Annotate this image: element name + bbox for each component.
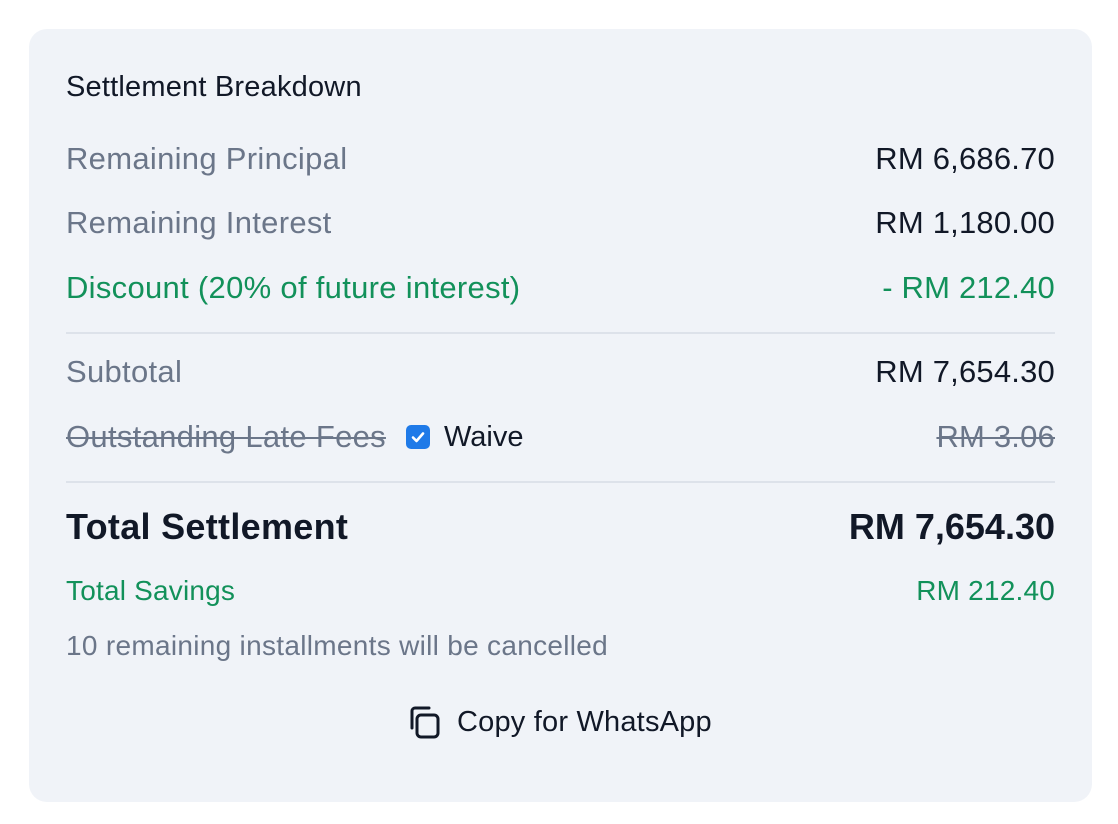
total-value: RM 7,654.30: [848, 506, 1055, 547]
divider: [66, 481, 1055, 483]
subtotal-row: Subtotal RM 7,654.30: [66, 354, 1055, 390]
total-label: Total Settlement: [66, 506, 349, 547]
savings-value: RM 212.40: [916, 575, 1055, 606]
interest-label: Remaining Interest: [66, 205, 332, 240]
total-row: Total Settlement RM 7,654.30: [66, 506, 1055, 548]
savings-label: Total Savings: [66, 575, 236, 606]
late-fees-row: Outstanding Late Fees Waive RM 3.06: [66, 419, 1055, 455]
cancellation-note: 10 remaining installments will be cancel…: [66, 630, 609, 661]
check-icon: [411, 432, 425, 443]
interest-value: RM 1,180.00: [875, 205, 1055, 240]
copy-button-label: Copy for WhatsApp: [457, 705, 712, 738]
principal-row: Remaining Principal RM 6,686.70: [66, 141, 1055, 177]
interest-row: Remaining Interest RM 1,180.00: [66, 205, 1055, 241]
principal-label: Remaining Principal: [66, 141, 348, 176]
late-fees-value: RM 3.06: [936, 419, 1055, 454]
discount-value: - RM 212.40: [882, 270, 1055, 305]
principal-value: RM 6,686.70: [875, 141, 1055, 176]
subtotal-value: RM 7,654.30: [875, 354, 1055, 389]
discount-label: Discount (20% of future interest): [66, 270, 521, 305]
waive-checkbox[interactable]: [405, 425, 430, 449]
discount-row: Discount (20% of future interest) - RM 2…: [66, 270, 1055, 306]
savings-row: Total Savings RM 212.40: [66, 575, 1055, 607]
late-fees-label: Outstanding Late Fees: [66, 419, 386, 454]
late-fees-left: Outstanding Late Fees Waive: [66, 419, 523, 455]
subtotal-label: Subtotal: [66, 354, 183, 389]
card-title: Settlement Breakdown: [66, 71, 362, 103]
waive-label[interactable]: Waive: [444, 421, 524, 454]
copy-for-whatsapp-button[interactable]: Copy for WhatsApp: [405, 703, 712, 741]
copy-icon: [410, 706, 440, 739]
settlement-card: Settlement Breakdown Remaining Principal…: [29, 29, 1092, 802]
divider: [66, 332, 1055, 334]
